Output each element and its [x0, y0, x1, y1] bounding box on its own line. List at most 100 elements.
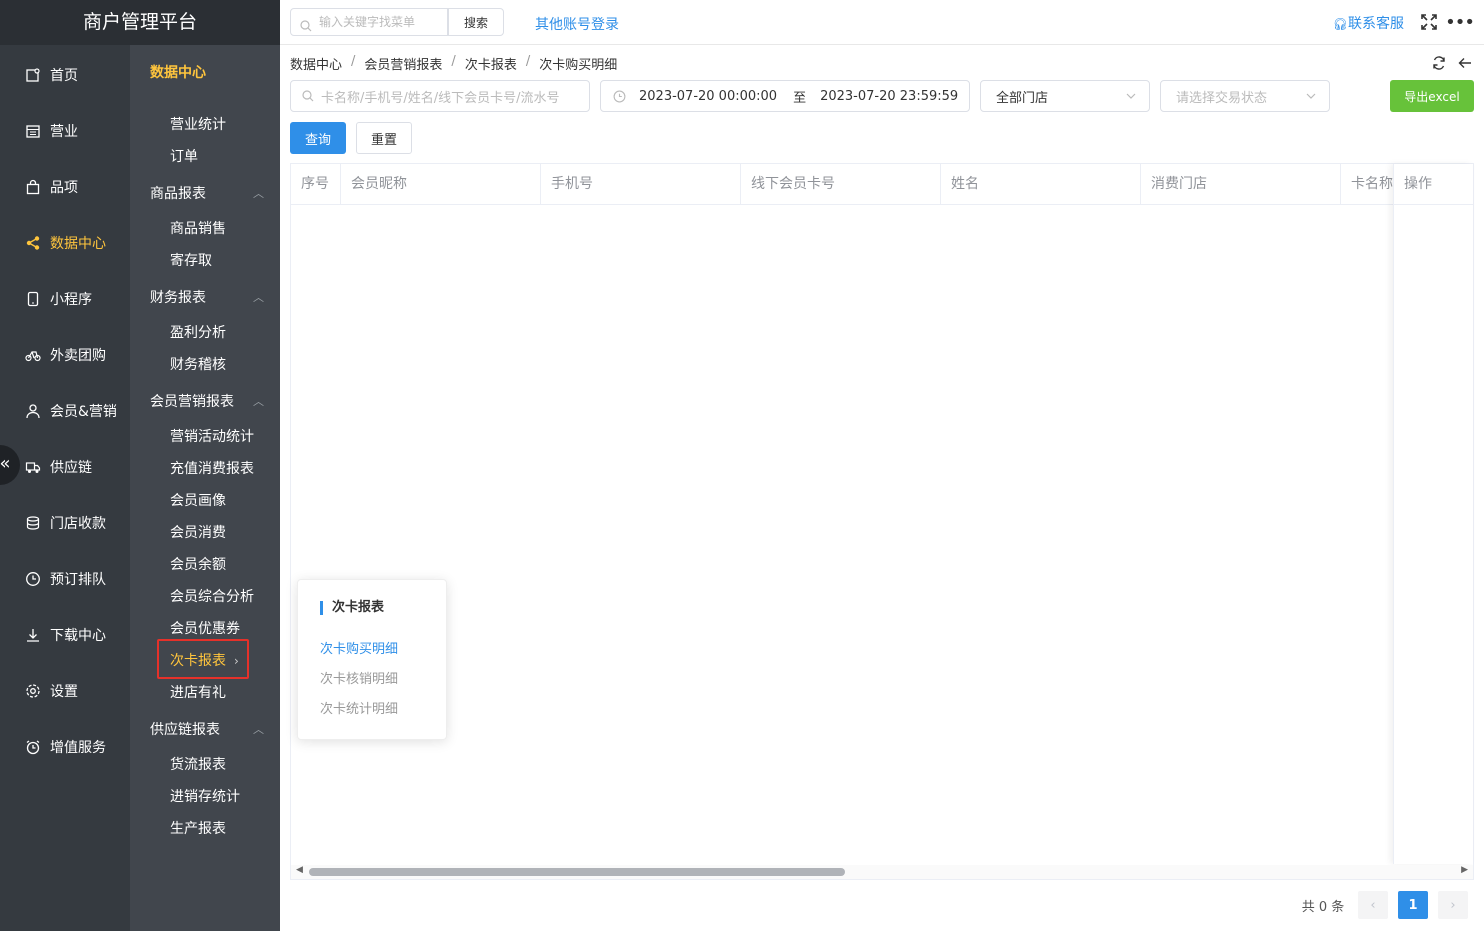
- subnav-item[interactable]: 货流报表: [170, 754, 226, 774]
- page-number[interactable]: 1: [1398, 891, 1428, 919]
- search-icon: [302, 90, 314, 106]
- search-placeholder: 输入关键字找菜单: [319, 15, 416, 29]
- highlight-box: [157, 639, 249, 679]
- scrollbar-thumb[interactable]: [309, 868, 845, 876]
- subnav-item[interactable]: 订单: [170, 146, 198, 166]
- column-header: 操作: [1394, 164, 1473, 205]
- subnav-group[interactable]: 供应链报表: [150, 719, 220, 739]
- subnav-item[interactable]: 会员余额: [170, 554, 226, 574]
- store-select[interactable]: 全部门店: [980, 80, 1150, 112]
- menu-search-input[interactable]: 输入关键字找菜单: [290, 8, 448, 36]
- prev-page-button[interactable]: ‹: [1358, 891, 1388, 919]
- nav-label: 营业: [50, 124, 78, 140]
- subnav-item[interactable]: 会员消费: [170, 522, 226, 542]
- breadcrumb-item[interactable]: 数据中心: [290, 54, 342, 73]
- fullscreen-icon[interactable]: [1420, 13, 1438, 35]
- submenu-popup: 次卡报表 次卡购买明细 次卡核销明细 次卡统计明细: [297, 579, 447, 740]
- subnav-item[interactable]: 进销存统计: [170, 786, 240, 806]
- subnav-item[interactable]: 营业统计: [170, 114, 226, 134]
- keyword-search-input[interactable]: 卡名称/手机号/姓名/线下会员卡号/流水号: [290, 80, 590, 112]
- subnav-group[interactable]: 会员营销报表: [150, 391, 234, 411]
- subnav-item[interactable]: 营销活动统计: [170, 426, 254, 446]
- nav-label: 首页: [50, 68, 78, 84]
- service-label: 联系客服: [1348, 16, 1404, 32]
- next-page-button[interactable]: ›: [1438, 891, 1468, 919]
- chevron-right-icon: ›: [1450, 897, 1456, 913]
- chevron-down-icon: [1305, 90, 1317, 106]
- export-excel-button[interactable]: 导出excel: [1390, 80, 1474, 112]
- nav-label: 会员&营销: [50, 404, 117, 420]
- transaction-status-select[interactable]: 请选择交易状态: [1160, 80, 1330, 112]
- top-bar: 输入关键字找菜单 搜索 其他账号登录 🎧︎联系客服 •••: [280, 0, 1484, 45]
- chevron-up-icon: ︿: [253, 291, 264, 304]
- subnav-item[interactable]: 商品销售: [170, 218, 226, 238]
- popup-item-purchase-detail[interactable]: 次卡购买明细: [320, 638, 398, 657]
- popup-item-redemption-detail[interactable]: 次卡核销明细: [320, 668, 398, 687]
- reset-button[interactable]: 重置: [356, 122, 412, 154]
- nav-label: 小程序: [50, 292, 92, 308]
- nav-item-settings[interactable]: 设置: [0, 663, 130, 719]
- truck-icon: [24, 458, 42, 476]
- date-end[interactable]: 2023-07-20 23:59:59: [820, 89, 958, 104]
- nav-label: 外卖团购: [50, 348, 106, 364]
- nav-item-downloads[interactable]: 下载中心: [0, 607, 130, 663]
- breadcrumb-item[interactable]: 次卡报表: [465, 54, 517, 73]
- column-header: 手机号: [541, 164, 741, 205]
- subnav-item[interactable]: 寄存取: [170, 250, 212, 270]
- column-header: 会员昵称: [341, 164, 541, 205]
- date-range-picker[interactable]: 2023-07-20 00:00:00 至 2023-07-20 23:59:5…: [600, 80, 970, 112]
- subnav-item[interactable]: 会员画像: [170, 490, 226, 510]
- query-button[interactable]: 查询: [290, 122, 346, 154]
- nav-item-business[interactable]: 营业: [0, 103, 130, 159]
- nav-item-value-added[interactable]: 增值服务: [0, 719, 130, 775]
- phone-icon: [24, 290, 42, 308]
- more-icon[interactable]: •••: [1445, 12, 1475, 33]
- scroll-left-icon[interactable]: ◀: [296, 865, 303, 875]
- column-header: 序号: [291, 164, 341, 205]
- subnav-item[interactable]: 充值消费报表: [170, 458, 254, 478]
- nav-item-delivery[interactable]: 外卖团购: [0, 327, 130, 383]
- popup-item-statistics-detail[interactable]: 次卡统计明细: [320, 698, 398, 717]
- nav-item-products[interactable]: 品项: [0, 159, 130, 215]
- subnav-item[interactable]: 会员综合分析: [170, 586, 254, 606]
- chevron-up-icon: ︿: [253, 187, 264, 200]
- nav-label: 下载中心: [50, 628, 106, 644]
- horizontal-scrollbar[interactable]: ◀ ▶: [291, 865, 1473, 879]
- subnav-item[interactable]: 生产报表: [170, 818, 226, 838]
- subnav-group[interactable]: 财务报表: [150, 287, 206, 307]
- scroll-right-icon[interactable]: ▶: [1461, 865, 1468, 875]
- calendar-icon: [24, 122, 42, 140]
- chevron-down-icon: [1125, 90, 1137, 106]
- subnav-item[interactable]: 进店有礼: [170, 682, 226, 702]
- nav-item-payments[interactable]: 门店收款: [0, 495, 130, 551]
- search-icon: [300, 15, 312, 41]
- gear-icon: [24, 682, 42, 700]
- other-account-login-link[interactable]: 其他账号登录: [535, 14, 619, 34]
- subnav-item[interactable]: 财务稽核: [170, 354, 226, 374]
- column-header: 姓名: [941, 164, 1141, 205]
- column-header: 线下会员卡号: [741, 164, 941, 205]
- subnav-item[interactable]: 会员优惠券: [170, 618, 240, 638]
- nav-item-home[interactable]: 首页: [0, 47, 130, 103]
- nav-label: 设置: [50, 684, 78, 700]
- column-header: 消费门店: [1141, 164, 1341, 205]
- store-value: 全部门店: [996, 90, 1049, 106]
- section-header: 数据中心: [150, 65, 206, 81]
- data-table: 序号 会员昵称 手机号 线下会员卡号 姓名 消费门店 卡名称 操作 ◀ ▶: [290, 163, 1474, 880]
- nav-item-mini-program[interactable]: 小程序: [0, 271, 130, 327]
- primary-nav: 首页 营业 品项 数据中心 小程序 外卖团购 会员&营销 供应链 门店收款 预订…: [0, 47, 130, 775]
- popup-title: 次卡报表: [320, 601, 384, 615]
- home-icon: [24, 66, 42, 84]
- contact-service-link[interactable]: 🎧︎联系客服: [1333, 13, 1404, 33]
- subnav-item[interactable]: 盈利分析: [170, 322, 226, 342]
- back-arrow-icon[interactable]: [1458, 56, 1472, 74]
- search-button[interactable]: 搜索: [448, 8, 504, 36]
- date-start[interactable]: 2023-07-20 00:00:00: [639, 89, 777, 104]
- breadcrumb-item[interactable]: 会员营销报表: [364, 54, 442, 73]
- date-separator: 至: [793, 90, 807, 106]
- nav-item-members[interactable]: 会员&营销: [0, 383, 130, 439]
- refresh-icon[interactable]: [1432, 56, 1446, 74]
- subnav-group[interactable]: 商品报表: [150, 183, 206, 203]
- nav-item-reservations[interactable]: 预订排队: [0, 551, 130, 607]
- nav-item-data-center[interactable]: 数据中心: [0, 215, 130, 271]
